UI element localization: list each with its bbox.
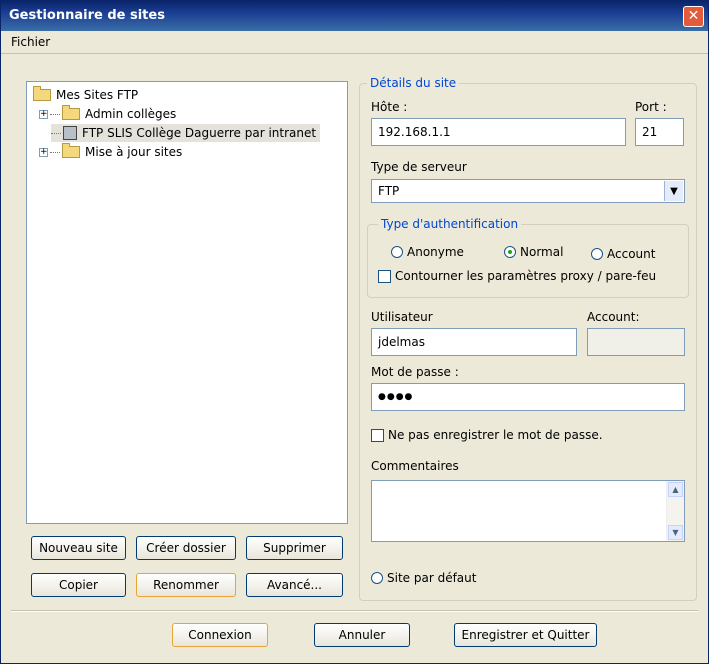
port-label: Port : bbox=[635, 100, 667, 114]
close-icon[interactable]: ✕ bbox=[683, 6, 704, 27]
copy-button[interactable]: Copier bbox=[31, 573, 126, 597]
tree-item-admin-colleges[interactable]: + Admin collèges bbox=[39, 105, 176, 123]
menu-bar: Fichier bbox=[1, 31, 708, 54]
site-tree[interactable]: Mes Sites FTP + Admin collèges FTP SLIS … bbox=[26, 81, 348, 524]
auth-normal-radio[interactable]: Normal bbox=[504, 245, 563, 259]
host-label: Hôte : bbox=[371, 100, 408, 114]
folder-open-icon bbox=[33, 86, 51, 101]
checkbox-icon bbox=[371, 428, 384, 442]
bypass-proxy-checkbox[interactable]: Contourner les paramètres proxy / pare-f… bbox=[378, 269, 686, 283]
dont-save-password-label: Ne pas enregistrer le mot de passe. bbox=[388, 428, 603, 442]
auth-account-label: Account bbox=[607, 247, 656, 261]
auth-type-title: Type d'authentification bbox=[378, 217, 522, 231]
tree-item-ftp-slis[interactable]: FTP SLIS Collège Daguerre par intranet bbox=[51, 124, 321, 142]
tree-root-label: Mes Sites FTP bbox=[56, 88, 139, 102]
tree-item-mise-a-jour[interactable]: + Mise à jour sites bbox=[39, 143, 182, 161]
server-icon bbox=[63, 126, 77, 140]
default-site-label: Site par défaut bbox=[387, 571, 477, 585]
site-manager-window: Gestionnaire de sites ✕ Fichier Mes Site… bbox=[0, 0, 709, 664]
menu-fichier[interactable]: Fichier bbox=[11, 35, 50, 49]
scroll-up-icon[interactable]: ▲ bbox=[668, 482, 683, 497]
connect-button[interactable]: Connexion bbox=[172, 623, 268, 647]
expand-icon[interactable]: + bbox=[39, 109, 48, 119]
auth-anonyme-radio[interactable]: Anonyme bbox=[391, 245, 464, 259]
auth-type-group bbox=[367, 224, 689, 298]
radio-selected-icon bbox=[504, 246, 516, 258]
password-input[interactable]: ●●●● bbox=[371, 383, 685, 411]
footer-separator bbox=[11, 610, 698, 612]
tree-root[interactable]: Mes Sites FTP bbox=[33, 86, 138, 104]
folder-icon bbox=[62, 143, 80, 158]
comments-label: Commentaires bbox=[371, 459, 459, 473]
server-type-value: FTP bbox=[378, 184, 400, 198]
auth-anonyme-label: Anonyme bbox=[407, 245, 464, 259]
password-label: Mot de passe : bbox=[371, 365, 459, 379]
auth-account-radio[interactable]: Account bbox=[591, 247, 655, 261]
user-input[interactable]: jdelmas bbox=[371, 328, 577, 356]
site-details-title: Détails du site bbox=[367, 76, 460, 90]
account-label: Account: bbox=[587, 310, 640, 324]
default-site-radio[interactable]: Site par défaut bbox=[371, 571, 476, 585]
auth-normal-label: Normal bbox=[520, 245, 564, 259]
radio-icon bbox=[391, 246, 403, 258]
checkbox-icon bbox=[378, 269, 391, 283]
folder-icon bbox=[62, 105, 80, 120]
port-input[interactable]: 21 bbox=[635, 118, 684, 146]
tree-item-label: FTP SLIS Collège Daguerre par intranet bbox=[82, 126, 317, 140]
delete-button[interactable]: Supprimer bbox=[246, 536, 343, 560]
title-bar[interactable]: Gestionnaire de sites ✕ bbox=[1, 1, 708, 31]
bypass-proxy-label: Contourner les paramètres proxy / pare-f… bbox=[395, 269, 657, 283]
new-site-button[interactable]: Nouveau site bbox=[31, 536, 126, 560]
create-folder-button[interactable]: Créer dossier bbox=[136, 536, 236, 560]
server-type-label: Type de serveur bbox=[371, 160, 467, 174]
dont-save-password-checkbox[interactable]: Ne pas enregistrer le mot de passe. bbox=[371, 428, 603, 442]
advanced-button[interactable]: Avancé... bbox=[246, 573, 343, 597]
tree-item-label: Mise à jour sites bbox=[85, 145, 183, 159]
server-type-select[interactable]: FTP ▼ bbox=[371, 179, 685, 203]
radio-icon bbox=[371, 572, 383, 584]
radio-icon bbox=[591, 248, 603, 260]
save-quit-button[interactable]: Enregistrer et Quitter bbox=[454, 623, 597, 647]
host-input[interactable]: 192.168.1.1 bbox=[371, 118, 626, 146]
window-title: Gestionnaire de sites bbox=[9, 8, 165, 23]
user-label: Utilisateur bbox=[371, 310, 433, 324]
tree-item-label: Admin collèges bbox=[85, 107, 177, 121]
chevron-down-icon[interactable]: ▼ bbox=[664, 181, 683, 201]
cancel-button[interactable]: Annuler bbox=[314, 623, 410, 647]
account-input[interactable] bbox=[587, 328, 685, 356]
comments-textarea[interactable]: ▲ ▼ bbox=[371, 480, 685, 542]
scroll-down-icon[interactable]: ▼ bbox=[668, 525, 683, 540]
rename-button[interactable]: Renommer bbox=[136, 573, 236, 597]
expand-icon[interactable]: + bbox=[39, 147, 48, 157]
comments-scrollbar[interactable]: ▲ ▼ bbox=[666, 481, 684, 541]
